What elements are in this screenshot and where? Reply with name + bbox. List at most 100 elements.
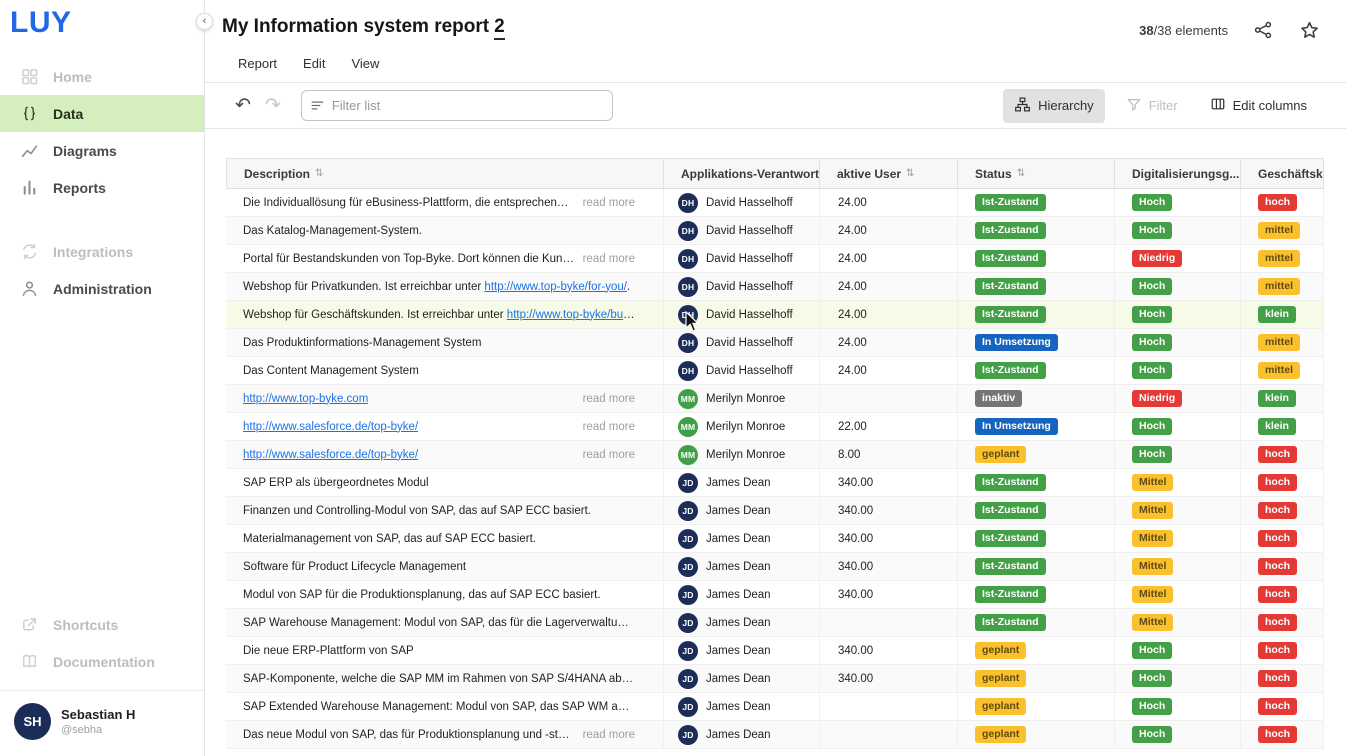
- description-cell: SAP Extended Warehouse Management: Modul…: [226, 693, 664, 720]
- sidebar-collapse-button[interactable]: ‹: [196, 13, 213, 30]
- table-row[interactable]: Webshop für Privatkunden. Ist erreichbar…: [226, 273, 1324, 301]
- read-more-link[interactable]: read more: [575, 729, 635, 741]
- sidebar-item-reports[interactable]: Reports: [0, 169, 204, 206]
- criticality-badge: mittel: [1258, 250, 1300, 267]
- owner-cell: JDJames Dean: [664, 721, 820, 748]
- edit-columns-button[interactable]: Edit columns: [1199, 89, 1318, 122]
- description-text: Das Katalog-Management-System.: [243, 225, 422, 237]
- owner-avatar: JD: [678, 725, 698, 745]
- sidebar-item-integrations[interactable]: Integrations: [0, 233, 204, 270]
- status-badge: Ist-Zustand: [975, 250, 1046, 267]
- user-profile[interactable]: SH Sebastian H @sebha: [0, 690, 204, 756]
- read-more-link[interactable]: read more: [575, 393, 635, 405]
- redo-button[interactable]: ↷: [265, 96, 281, 115]
- column-header[interactable]: Applikations-Verantwort...⇅: [664, 159, 820, 188]
- criticality-cell: hoch: [1241, 525, 1324, 552]
- description-cell: http://www.top-byke.com read more: [226, 385, 664, 412]
- sort-icon[interactable]: ⇅: [315, 168, 323, 179]
- column-header[interactable]: Digitalisierungsg...⇅: [1115, 159, 1241, 188]
- table-row[interactable]: Das Katalog-Management-System.DHDavid Ha…: [226, 217, 1324, 245]
- digitalization-badge: Mittel: [1132, 558, 1173, 575]
- favorite-star-icon[interactable]: [1298, 19, 1320, 41]
- owner-avatar: DH: [678, 277, 698, 297]
- owner-name: James Dean: [706, 645, 771, 657]
- sidebar-item-diagrams[interactable]: Diagrams: [0, 132, 204, 169]
- table-row[interactable]: SAP Warehouse Management: Modul von SAP,…: [226, 609, 1324, 637]
- criticality-badge: hoch: [1258, 530, 1297, 547]
- table-row[interactable]: Materialmanagement von SAP, das auf SAP …: [226, 525, 1324, 553]
- table-row[interactable]: Das Content Management SystemDHDavid Has…: [226, 357, 1324, 385]
- table-row[interactable]: http://www.salesforce.de/top-byke/read m…: [226, 413, 1324, 441]
- filter-button[interactable]: Filter: [1115, 89, 1189, 122]
- funnel-icon: [1126, 96, 1142, 115]
- read-more-link[interactable]: read more: [575, 253, 635, 265]
- table-row[interactable]: Software für Product Lifecycle Managemen…: [226, 553, 1324, 581]
- description-link[interactable]: http://www.salesforce.de/top-byke/: [243, 449, 418, 461]
- filter-input-wrap: [301, 90, 613, 121]
- undo-button[interactable]: ↶: [235, 96, 251, 115]
- active-user-cell: [820, 609, 958, 636]
- report-table: Description⇅Applikations-Verantwort...⇅a…: [226, 158, 1324, 749]
- menu-edit[interactable]: Edit: [303, 56, 325, 71]
- criticality-badge: hoch: [1258, 586, 1297, 603]
- table-row[interactable]: Das neue Modul von SAP, das für Produkti…: [226, 721, 1324, 749]
- read-more-link[interactable]: read more: [575, 449, 635, 461]
- active-user-cell: [820, 721, 958, 748]
- read-more-link[interactable]: read more: [575, 197, 635, 209]
- digitalization-badge: Niedrig: [1132, 250, 1182, 267]
- table-row[interactable]: Die Individuallösung für eBusiness-Platt…: [226, 189, 1324, 217]
- description-link[interactable]: http://www.top-byke/business/: [507, 309, 635, 321]
- menu-view[interactable]: View: [351, 56, 379, 71]
- report-header: My Information system report2 38/38 elem…: [205, 0, 1346, 41]
- column-header[interactable]: Status⇅: [958, 159, 1115, 188]
- page-title-suffix[interactable]: 2: [494, 16, 505, 40]
- sidebar-item-data[interactable]: Data: [0, 95, 204, 132]
- sidebar-item-documentation[interactable]: Documentation: [0, 643, 204, 680]
- table-row[interactable]: Das Produktinformations-Management Syste…: [226, 329, 1324, 357]
- table-row[interactable]: SAP-Komponente, welche die SAP MM im Rah…: [226, 665, 1324, 693]
- table-row[interactable]: http://www.salesforce.de/top-byke/read m…: [226, 441, 1324, 469]
- table-row[interactable]: Die neue ERP-Plattform von SAPJDJames De…: [226, 637, 1324, 665]
- sidebar-item-administration[interactable]: Administration: [0, 270, 204, 307]
- hierarchy-toggle-button[interactable]: Hierarchy: [1003, 89, 1105, 123]
- table-row[interactable]: Webshop für Geschäftskunden. Ist erreich…: [226, 301, 1324, 329]
- menu-report[interactable]: Report: [238, 56, 277, 71]
- column-header[interactable]: Description⇅: [226, 159, 664, 188]
- owner-name: David Hasselhoff: [706, 253, 793, 265]
- digitalization-badge: Hoch: [1132, 642, 1172, 659]
- description-cell: Das Produktinformations-Management Syste…: [226, 329, 664, 356]
- description-link[interactable]: http://www.salesforce.de/top-byke/: [243, 421, 418, 433]
- share-icon[interactable]: [1252, 19, 1274, 41]
- description-text: Die neue ERP-Plattform von SAP: [243, 645, 414, 657]
- table-row[interactable]: Modul von SAP für die Produktionsplanung…: [226, 581, 1324, 609]
- criticality-cell: hoch: [1241, 189, 1324, 216]
- digitalization-cell: Mittel: [1115, 609, 1241, 636]
- column-header[interactable]: Geschäftskritik...⇅: [1241, 159, 1324, 188]
- table-row[interactable]: http://www.top-byke.comread moreMMMerily…: [226, 385, 1324, 413]
- sidebar-item-home[interactable]: Home: [0, 58, 204, 95]
- criticality-cell: hoch: [1241, 469, 1324, 496]
- table-row[interactable]: Portal für Bestandskunden von Top-Byke. …: [226, 245, 1324, 273]
- read-more-link[interactable]: read more: [575, 421, 635, 433]
- book-icon: [19, 652, 39, 672]
- table-row[interactable]: Finanzen und Controlling-Modul von SAP, …: [226, 497, 1324, 525]
- digitalization-cell: Hoch: [1115, 637, 1241, 664]
- sort-icon[interactable]: ⇅: [1017, 168, 1025, 179]
- owner-avatar: JD: [678, 473, 698, 493]
- active-user-cell: 24.00: [820, 217, 958, 244]
- elements-count: 38/38 elements: [1139, 23, 1228, 38]
- sort-icon[interactable]: ⇅: [906, 168, 914, 179]
- owner-avatar: DH: [678, 333, 698, 353]
- active-user-cell: 24.00: [820, 189, 958, 216]
- column-header[interactable]: aktive User⇅: [820, 159, 958, 188]
- filter-list-input[interactable]: [301, 90, 613, 121]
- main-content: My Information system report2 38/38 elem…: [205, 0, 1346, 756]
- description-link[interactable]: http://www.top-byke/for-you/: [484, 281, 627, 293]
- table-row[interactable]: SAP Extended Warehouse Management: Modul…: [226, 693, 1324, 721]
- status-badge: Ist-Zustand: [975, 530, 1046, 547]
- table-row[interactable]: SAP ERP als übergeordnetes ModulJDJames …: [226, 469, 1324, 497]
- digitalization-badge: Hoch: [1132, 446, 1172, 463]
- active-user-cell: 22.00: [820, 413, 958, 440]
- sidebar-item-shortcuts[interactable]: Shortcuts: [0, 606, 204, 643]
- description-link[interactable]: http://www.top-byke.com: [243, 393, 368, 405]
